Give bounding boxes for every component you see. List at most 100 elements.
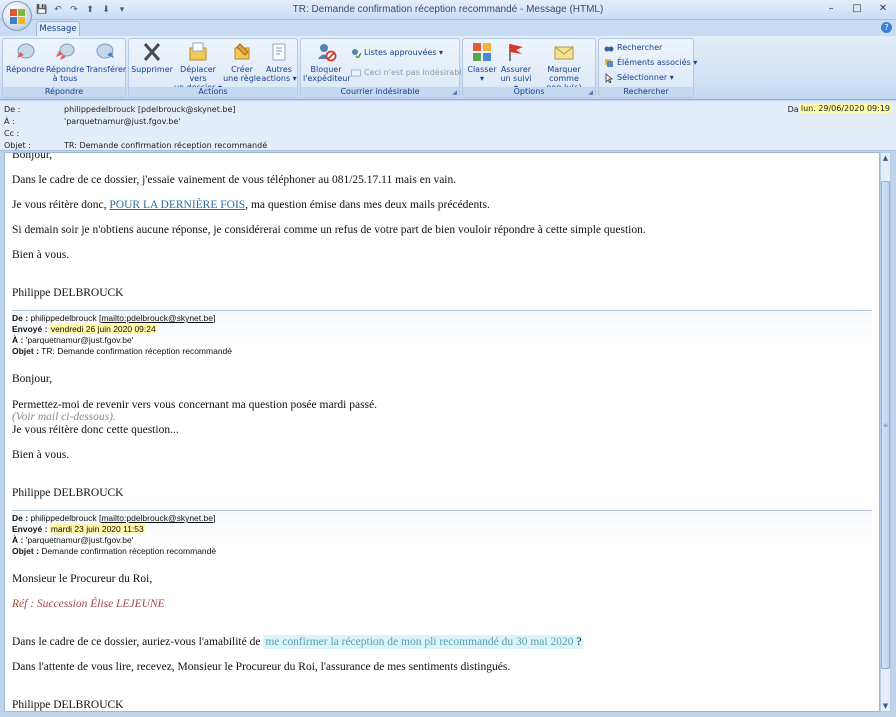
ribbon-tabs: Message ?: [0, 20, 896, 36]
mailto-link[interactable]: mailto:pdelbrouck@skynet.be: [101, 313, 213, 323]
move-to-folder-button[interactable]: Déplacer vers un dossier ▾: [173, 41, 223, 92]
quoted-from: De : philippedelbrouck [mailto:pdelbrouc…: [12, 513, 216, 523]
binoculars-icon: [604, 46, 614, 52]
flag-icon: [509, 44, 523, 61]
greeting: Bonjour,: [12, 152, 53, 161]
forward-icon: [96, 43, 114, 59]
help-icon[interactable]: ?: [881, 22, 892, 33]
signature: Philippe DELBROUCK: [12, 287, 124, 299]
quoted-from: De : philippedelbrouck [mailto:pdelbrouc…: [12, 313, 216, 323]
rule-icon: [234, 43, 250, 60]
categorize-button[interactable]: Classer ▾: [465, 41, 499, 87]
office-logo-icon: [10, 9, 25, 24]
categorize-icon: [473, 43, 491, 61]
mark-unread-button[interactable]: Marquer comme non lu(s): [533, 41, 595, 92]
other-actions-icon: [272, 43, 286, 61]
group-label-actions: Actions: [129, 87, 297, 97]
follow-up-button[interactable]: Assurer un suivi ▾: [499, 41, 533, 92]
body-paragraph: Si demain soir je n'obtiens aucune répon…: [12, 224, 646, 236]
approved-lists-button[interactable]: Listes approuvées ▾: [351, 47, 443, 59]
group-rechercher: Rechercher Éléments associés ▾ Sélection…: [598, 38, 697, 98]
block-sender-icon: [318, 44, 337, 62]
scroll-up-arrow-icon[interactable]: ▲: [881, 153, 890, 163]
reference: Réf : Succession Élise LEJEUNE: [12, 598, 165, 610]
office-button[interactable]: [2, 1, 32, 31]
body-paragraph: Dans l'attente de vous lire, recevez, Mo…: [12, 661, 511, 673]
message-header: De : philippedelbrouck [pdelbrouck@skyne…: [0, 101, 896, 151]
vertical-scrollbar[interactable]: ▲ ≡ ▼: [880, 152, 891, 712]
subject-value: TR: Demande confirmation réception recom…: [64, 141, 268, 150]
minimize-button[interactable]: –: [824, 2, 838, 16]
group-repondre: Répondre Répondre à tous Transférer Répo…: [2, 38, 126, 98]
reply-icon: [17, 43, 35, 59]
related-items-icon: [605, 59, 613, 67]
quoted-sent: Envoyé : vendredi 26 juin 2020 09:24: [12, 324, 157, 334]
quoted-header: De : philippedelbrouck [mailto:pdelbrouc…: [12, 510, 872, 556]
quoted-sent: Envoyé : mardi 23 juin 2020 11:53: [12, 524, 145, 534]
close-button[interactable]: ✕: [876, 2, 890, 16]
body-paragraph: Dans le cadre de ce dossier, j'essaie va…: [12, 174, 457, 186]
closing: Bien à vous.: [12, 249, 70, 261]
emphasis-link[interactable]: POUR LA DERNIÈRE FOIS: [109, 199, 245, 211]
scroll-down-arrow-icon[interactable]: ▼: [881, 701, 890, 711]
quoted-subject: Objet : Demande confirmation réception r…: [12, 546, 217, 556]
reply-all-button[interactable]: Répondre à tous: [45, 41, 85, 87]
reply-button[interactable]: Répondre: [6, 41, 44, 87]
dialog-launcher-icon[interactable]: ◢: [452, 89, 457, 96]
not-junk-icon: [351, 69, 361, 77]
signature: Philippe DELBROUCK: [12, 487, 124, 499]
select-button[interactable]: Sélectionner ▾: [604, 72, 674, 84]
title-bar: 💾 ↶ ↷ ⬆ ⬇ ▾ TR: Demande confirmation réc…: [0, 0, 896, 20]
signature: Philippe DELBROUCK: [12, 699, 124, 711]
message-body[interactable]: Bonjour, Dans le cadre de ce dossier, j'…: [4, 152, 880, 712]
body-paragraph: (Voir mail ci-dessous).: [12, 411, 116, 423]
mailto-link[interactable]: mailto:pdelbrouck@skynet.be: [101, 513, 213, 523]
not-junk-button[interactable]: Ceci n'est pas indésirable: [351, 67, 467, 79]
to-value[interactable]: 'parquetnamur@just.fgov.be': [64, 116, 180, 127]
group-label-repondre: Répondre: [3, 87, 125, 97]
quoted-header: De : philippedelbrouck [mailto:pdelbrouc…: [12, 310, 872, 356]
forward-button[interactable]: Transférer: [86, 41, 126, 87]
find-button[interactable]: Rechercher: [604, 42, 662, 54]
body-paragraph: Dans le cadre de ce dossier, auriez-vous…: [12, 635, 584, 649]
tab-message[interactable]: Message: [36, 21, 80, 36]
subject-label: Objet :: [4, 141, 31, 150]
body-paragraph: Je vous réitère donc, POUR LA DERNIÈRE F…: [12, 199, 490, 211]
salutation: Monsieur le Procureur du Roi,: [12, 573, 153, 585]
group-actions: Supprimer Déplacer vers un dossier ▾ Cré…: [128, 38, 298, 98]
to-label: À :: [4, 117, 15, 126]
related-items-button[interactable]: Éléments associés ▾: [604, 57, 697, 69]
cursor-icon: [605, 73, 614, 83]
grip-icon: ≡: [883, 422, 889, 429]
quoted-subject: Objet : TR: Demande confirmation récepti…: [12, 346, 233, 356]
options-launcher-icon[interactable]: ◢: [588, 89, 593, 96]
group-label-courrier-indesirable: Courrier indésirable: [301, 87, 459, 97]
from-value[interactable]: philippedelbrouck [pdelbrouck@skynet.be]: [64, 104, 236, 115]
body-paragraph: Permettez-moi de revenir vers vous conce…: [12, 399, 378, 411]
reply-all-icon: [56, 43, 75, 60]
date-value: lun. 29/06/2020 09:19: [798, 104, 892, 113]
greeting: Bonjour,: [12, 373, 53, 385]
other-actions-button[interactable]: Autres actions ▾: [261, 41, 297, 87]
closing: Bien à vous.: [12, 449, 70, 461]
block-sender-button[interactable]: Bloquer l'expéditeur: [303, 41, 351, 87]
group-options: Classer ▾ Assurer un suivi ▾ Marquer com…: [462, 38, 596, 98]
maximize-button[interactable]: □: [850, 2, 864, 16]
delete-button[interactable]: Supprimer: [131, 41, 173, 87]
create-rule-button[interactable]: Créer une règle: [223, 41, 261, 87]
quoted-to: À : 'parquetnamur@just.fgov.be': [12, 335, 134, 345]
highlighted-text: me confirmer la réception de mon pli rec…: [263, 635, 584, 649]
cc-label: Cc :: [4, 129, 20, 138]
group-label-rechercher: Rechercher: [599, 87, 693, 97]
group-courrier-indesirable: Bloquer l'expéditeur Listes approuvées ▾…: [300, 38, 467, 98]
ribbon: Répondre Répondre à tous Transférer Répo…: [0, 36, 896, 100]
scroll-thumb[interactable]: ≡: [881, 181, 890, 669]
unread-envelope-icon: [554, 46, 574, 60]
group-label-options: Options: [463, 87, 595, 97]
body-paragraph: Je vous réitère donc cette question...: [12, 424, 179, 436]
quoted-to: À : 'parquetnamur@just.fgov.be': [12, 535, 134, 545]
from-label: De :: [4, 105, 21, 114]
window-title: TR: Demande confirmation réception recom…: [292, 4, 604, 15]
move-folder-icon: [189, 42, 207, 61]
approved-lists-icon: [352, 49, 361, 58]
